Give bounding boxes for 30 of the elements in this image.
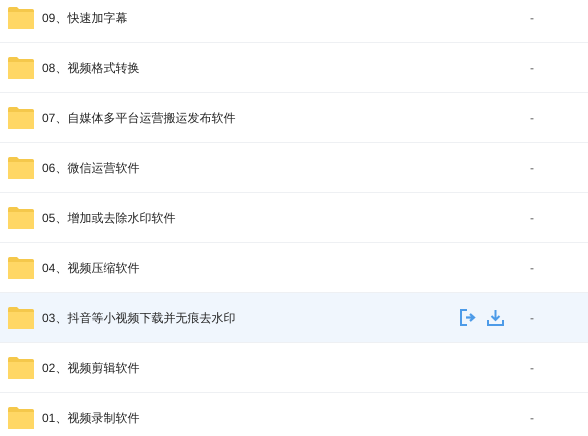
folder-icon bbox=[8, 256, 34, 278]
file-size: - bbox=[530, 360, 535, 376]
file-size: - bbox=[530, 110, 535, 126]
folder-icon bbox=[8, 156, 34, 178]
file-size: - bbox=[530, 160, 535, 176]
file-size: - bbox=[530, 60, 535, 76]
folder-icon bbox=[8, 406, 34, 428]
file-name: 07、自媒体多平台运营搬运发布软件 bbox=[42, 110, 236, 126]
file-name: 02、视频剪辑软件 bbox=[42, 360, 140, 376]
file-size: - bbox=[530, 410, 535, 426]
share-icon[interactable] bbox=[460, 309, 477, 326]
file-size: - bbox=[530, 310, 535, 326]
file-size: - bbox=[530, 210, 535, 226]
folder-icon bbox=[8, 106, 34, 128]
download-icon[interactable] bbox=[487, 309, 504, 326]
folder-icon bbox=[8, 56, 34, 78]
file-name: 05、增加或去除水印软件 bbox=[42, 210, 176, 226]
file-name: 03、抖音等小视频下载并无痕去水印 bbox=[42, 310, 236, 326]
file-row[interactable]: 03、抖音等小视频下载并无痕去水印 - bbox=[0, 293, 588, 343]
file-name: 01、视频录制软件 bbox=[42, 410, 140, 426]
folder-icon bbox=[8, 306, 34, 328]
file-name: 06、微信运营软件 bbox=[42, 160, 140, 176]
file-name: 04、视频压缩软件 bbox=[42, 260, 140, 276]
file-name: 08、视频格式转换 bbox=[42, 60, 140, 76]
file-size: - bbox=[530, 260, 535, 276]
file-name: 09、快速加字幕 bbox=[42, 10, 128, 26]
file-size: - bbox=[530, 10, 535, 26]
folder-icon bbox=[8, 206, 34, 228]
folder-icon bbox=[8, 356, 34, 378]
folder-icon bbox=[8, 6, 34, 28]
